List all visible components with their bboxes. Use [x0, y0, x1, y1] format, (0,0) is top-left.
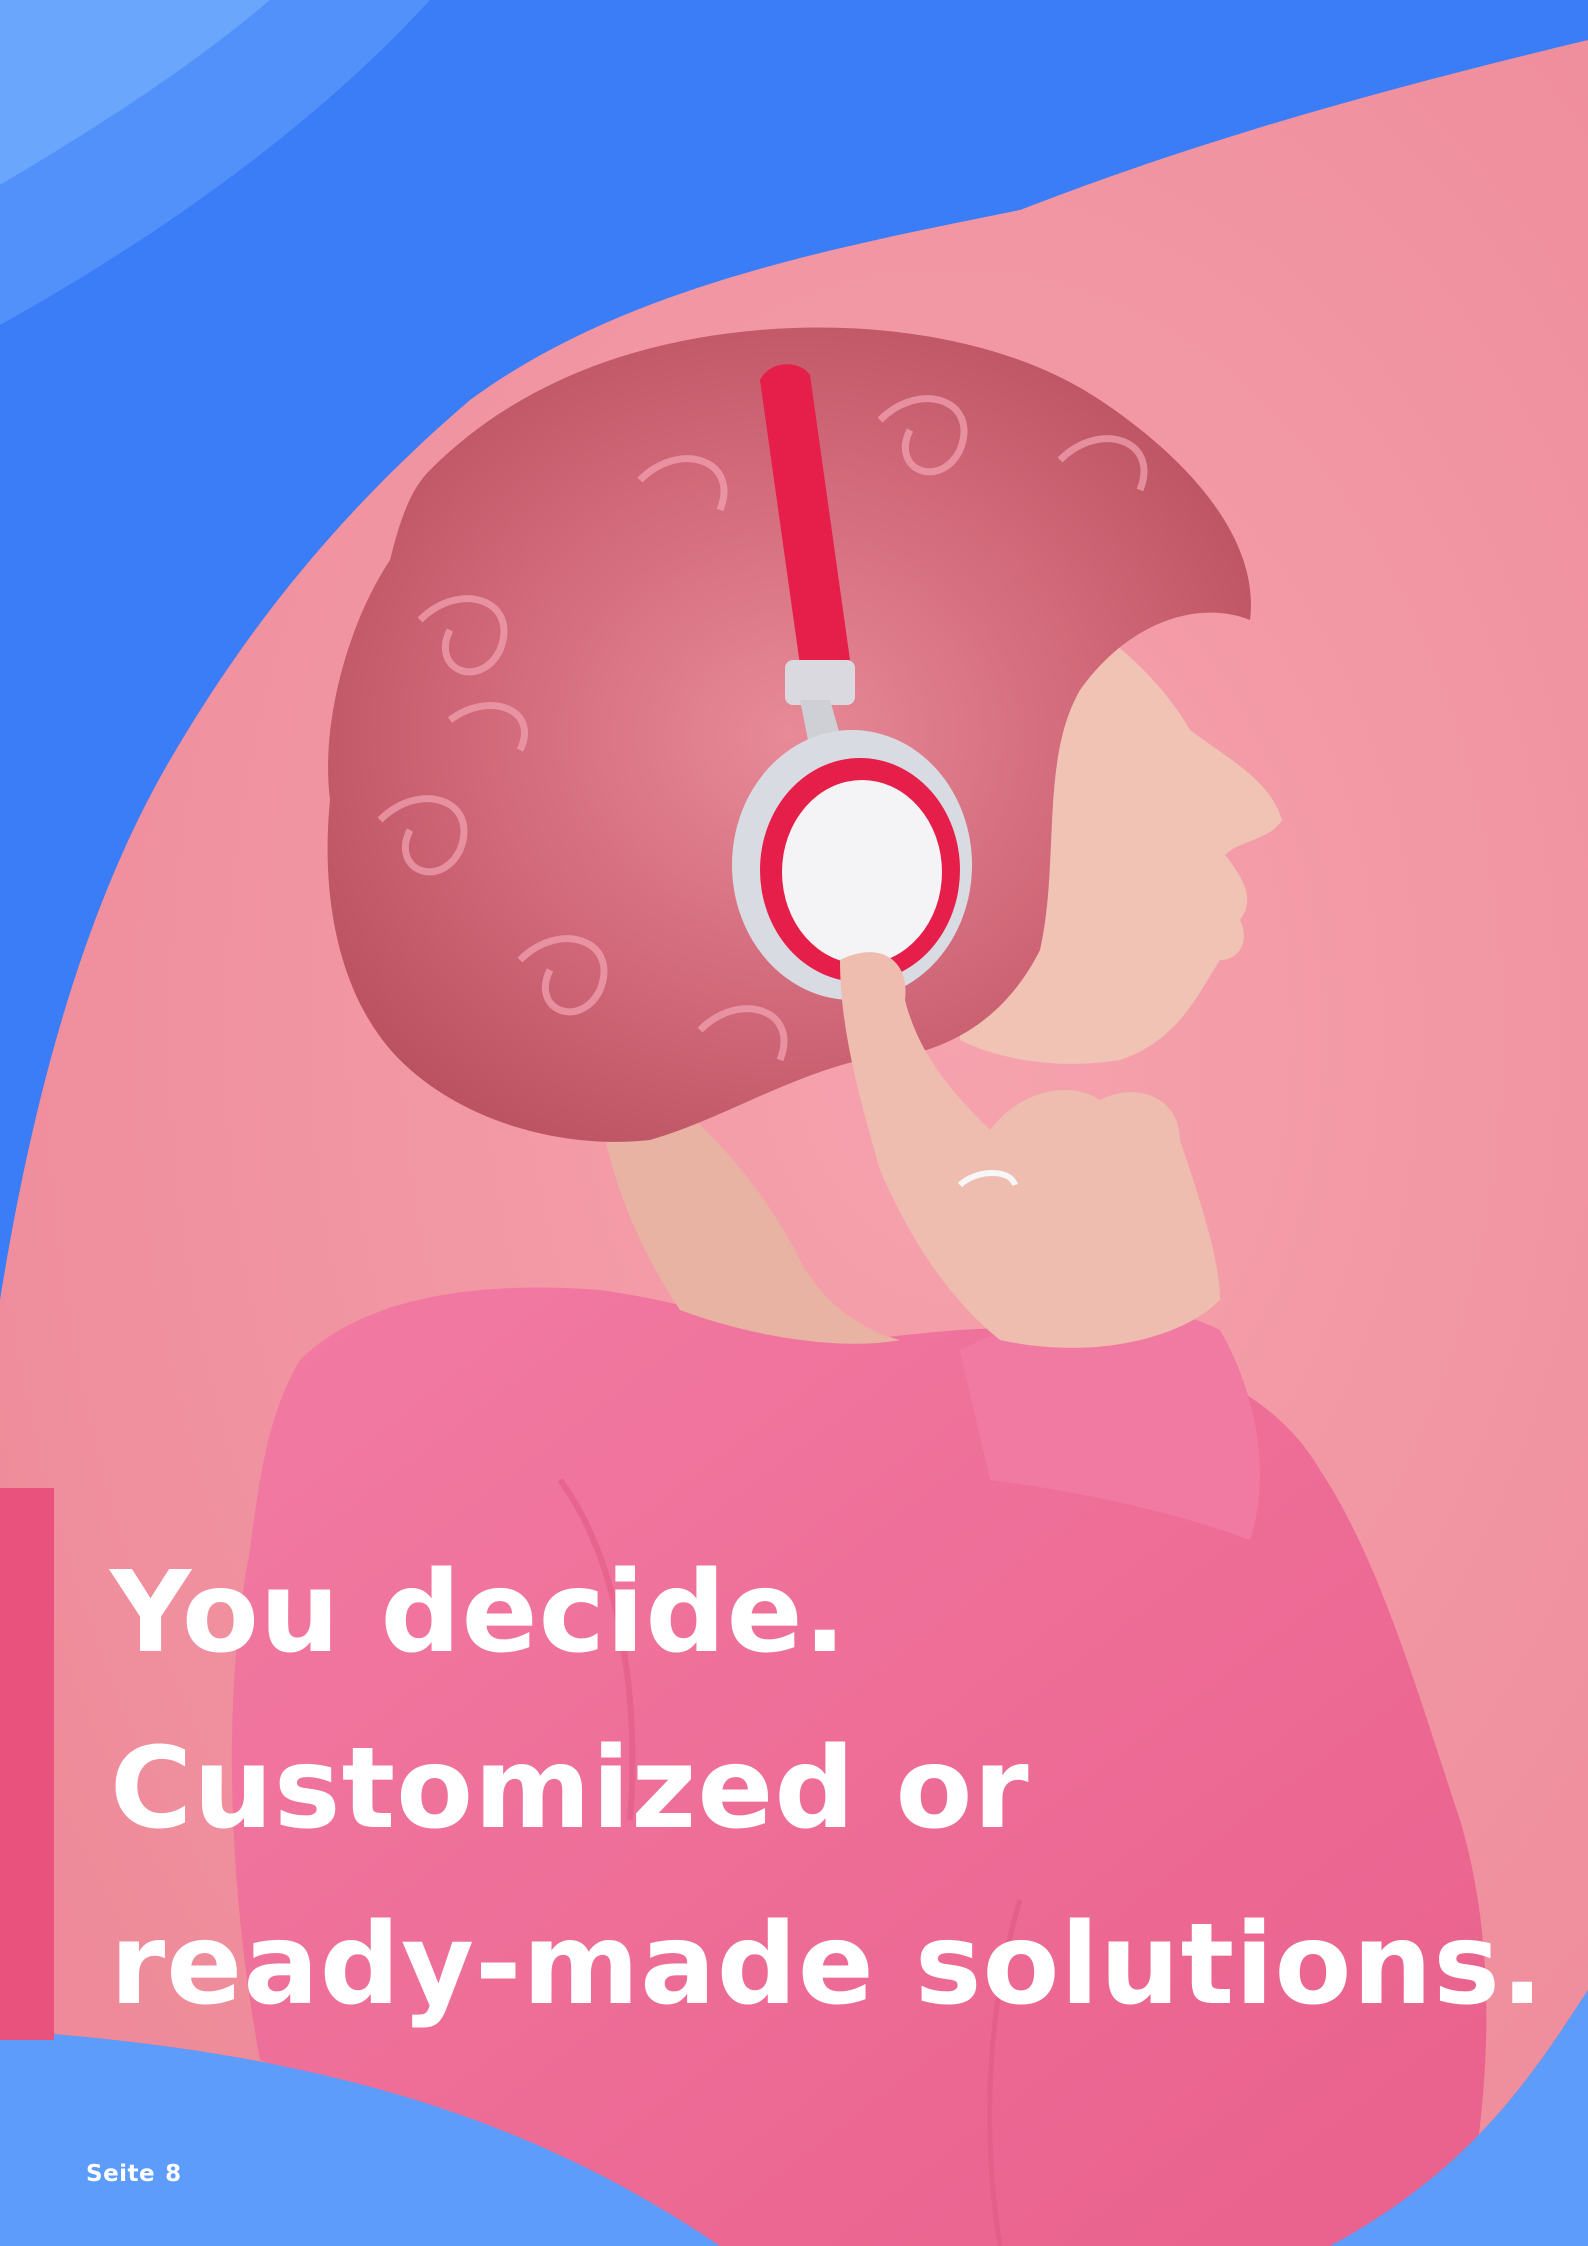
page-label: Seite	[86, 2161, 156, 2187]
headphone-slider	[785, 660, 855, 705]
page-number: Seite 8	[86, 2161, 182, 2187]
headline-line-3: ready-made solutions.	[110, 1900, 1545, 2030]
accent-bar	[0, 1488, 54, 2040]
headphone-cup-inner	[782, 780, 942, 964]
headline: You decide. Customized or ready-made sol…	[110, 1525, 1545, 2053]
page-number-value: 8	[165, 2161, 182, 2187]
headline-line-1: You decide.	[110, 1548, 848, 1678]
brochure-page: You decide. Customized or ready-made sol…	[0, 0, 1588, 2246]
headline-line-2: Customized or	[110, 1724, 1030, 1854]
